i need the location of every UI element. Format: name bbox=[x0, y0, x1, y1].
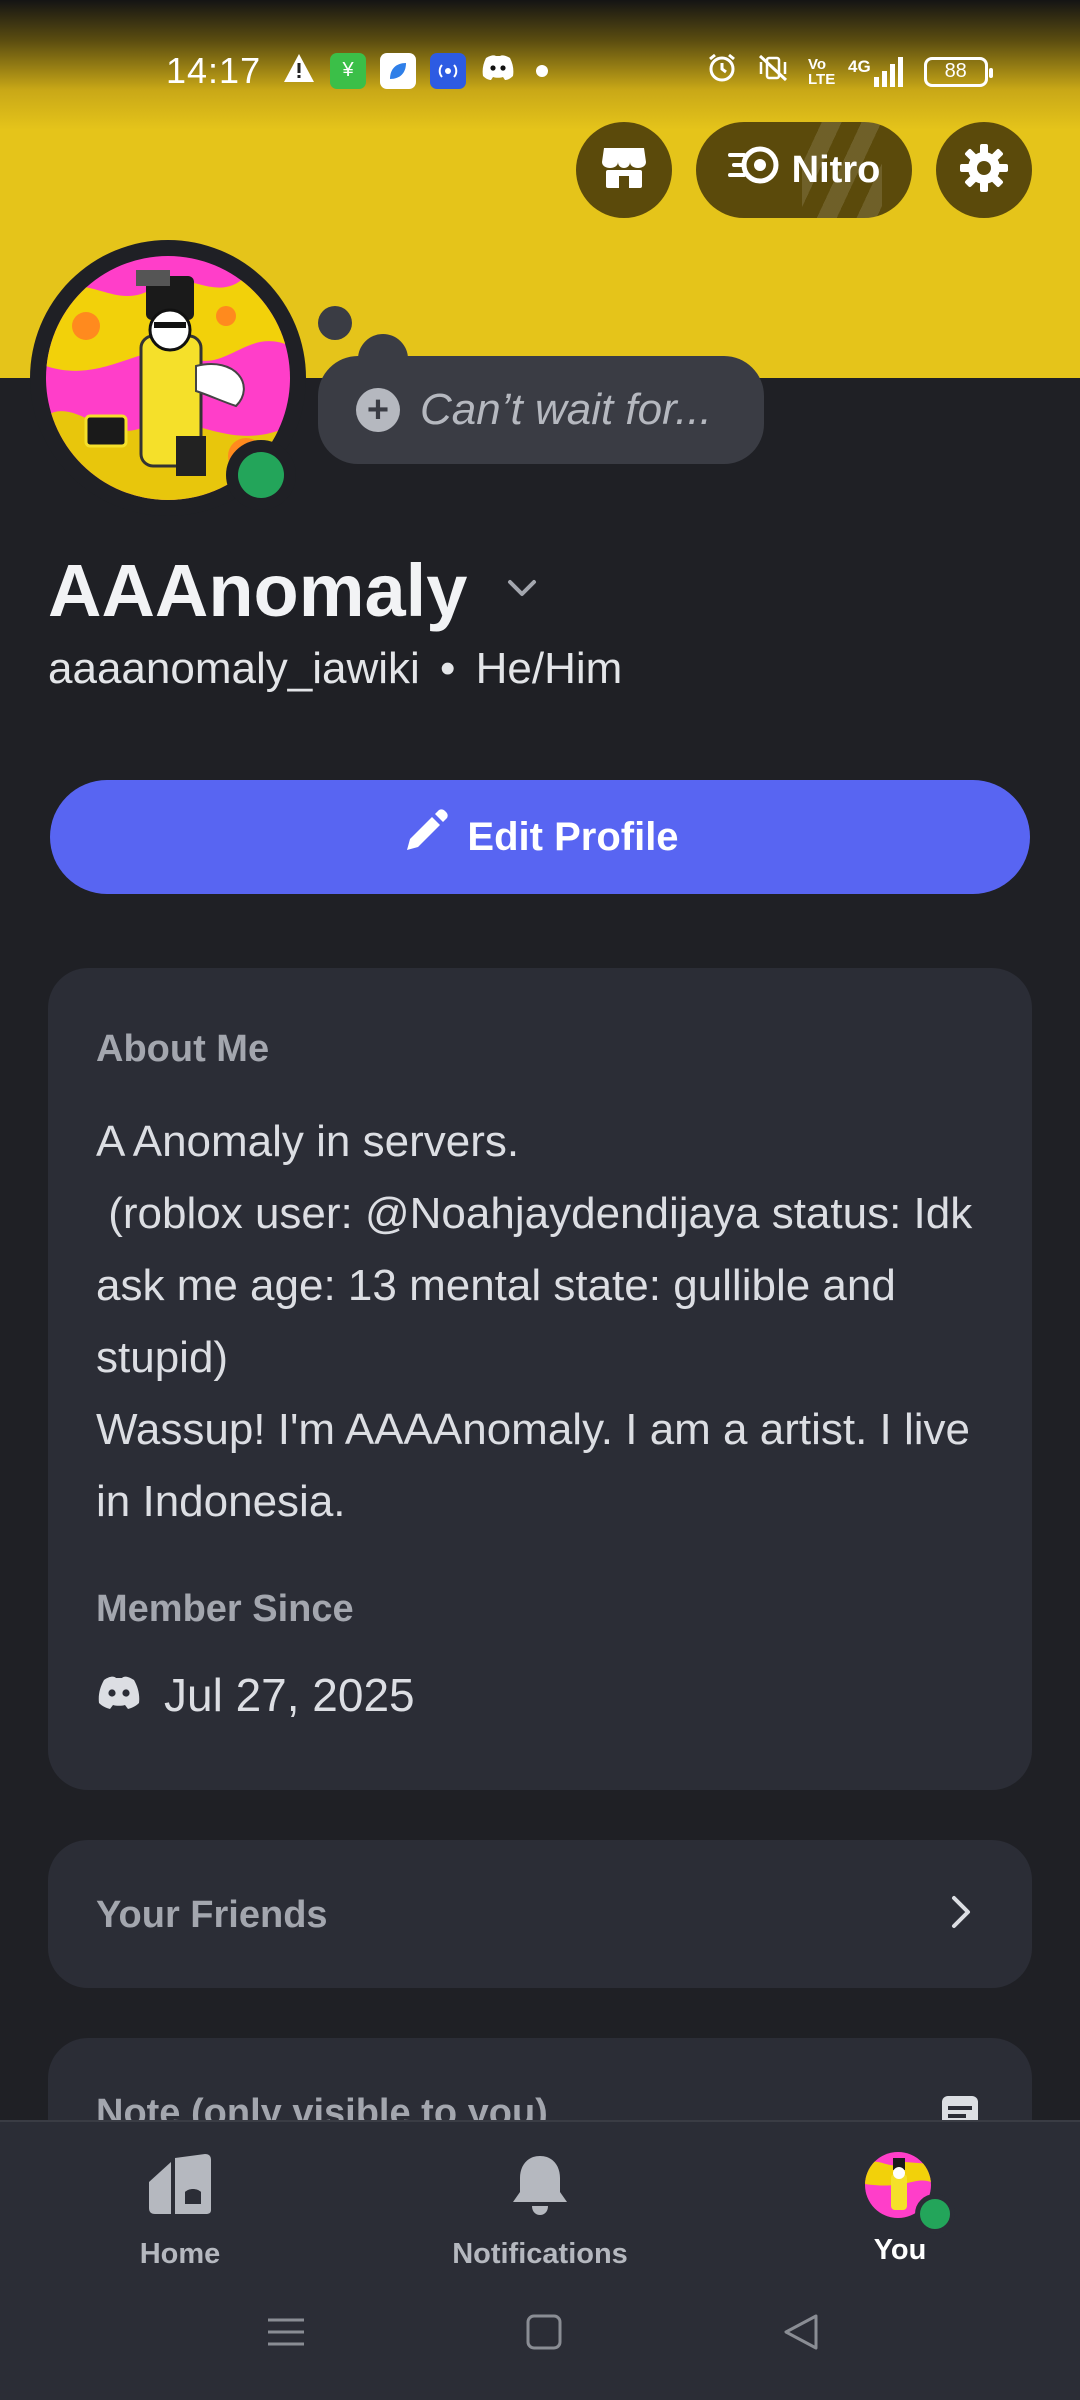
warning-icon bbox=[282, 52, 316, 89]
discord-icon bbox=[480, 54, 516, 87]
username: aaaanomaly_iawiki bbox=[48, 644, 420, 693]
nav-notifications-label: Notifications bbox=[452, 2238, 628, 2270]
your-friends-title: Your Friends bbox=[96, 1894, 328, 1936]
pronouns: He/Him bbox=[475, 644, 623, 693]
about-me-text: A Anomaly in servers. (roblox user: @Noa… bbox=[96, 1117, 973, 1526]
online-status-indicator bbox=[238, 452, 284, 498]
username-separator: • bbox=[440, 644, 456, 693]
edit-profile-label: Edit Profile bbox=[467, 814, 679, 859]
chevron-right-icon bbox=[938, 1890, 982, 1934]
nitro-button[interactable]: Nitro bbox=[696, 122, 912, 218]
nav-you[interactable]: You bbox=[780, 2152, 1020, 2267]
settings-button[interactable] bbox=[936, 122, 1032, 218]
add-status-icon: + bbox=[356, 388, 400, 432]
menu-icon[interactable] bbox=[264, 2310, 308, 2354]
app-icon-green: ¥ bbox=[330, 52, 366, 89]
app-icon-blue bbox=[380, 52, 416, 89]
display-name: AAAnomaly bbox=[48, 549, 468, 632]
nav-online-indicator bbox=[915, 2194, 955, 2234]
home-icon bbox=[145, 2152, 215, 2226]
chevron-down-icon[interactable] bbox=[498, 564, 546, 612]
nitro-label: Nitro bbox=[791, 148, 881, 191]
signal-icon: 4G bbox=[848, 56, 906, 87]
status-bar: 14:17 ¥ Vo LTE 4G 88 bbox=[0, 0, 1080, 110]
status-time: 14:17 bbox=[166, 50, 262, 91]
custom-status-text: Can’t wait for... bbox=[420, 385, 712, 434]
nitro-icon bbox=[727, 145, 780, 195]
hotspot-icon bbox=[430, 52, 466, 89]
home-square-icon[interactable] bbox=[522, 2310, 566, 2354]
back-icon[interactable] bbox=[780, 2310, 824, 2354]
discord-logo-icon bbox=[96, 1668, 142, 1722]
edit-profile-button[interactable]: Edit Profile bbox=[50, 780, 1030, 894]
about-me-card: About Me A Anomaly in servers. (roblox u… bbox=[48, 968, 1032, 1790]
username-line: aaaanomaly_iawiki • He/Him bbox=[48, 644, 622, 694]
battery-icon: 88 bbox=[923, 56, 993, 87]
custom-status-bubble[interactable]: + Can’t wait for... bbox=[318, 356, 764, 464]
notification-dot-icon bbox=[536, 64, 548, 77]
about-me-title: About Me bbox=[96, 1028, 270, 1070]
bell-icon bbox=[509, 2152, 571, 2226]
shop-button[interactable] bbox=[576, 122, 672, 218]
gear-icon bbox=[958, 142, 1010, 199]
member-since-row: Jul 27, 2025 bbox=[96, 1668, 415, 1722]
nav-notifications[interactable]: Notifications bbox=[420, 2152, 660, 2271]
member-since-title: Member Since bbox=[96, 1588, 354, 1630]
nav-you-label: You bbox=[873, 2234, 927, 2266]
nav-home-label: Home bbox=[139, 2238, 221, 2270]
nav-avatar-wrap bbox=[865, 2152, 955, 2234]
shop-icon bbox=[600, 146, 648, 195]
nav-home[interactable]: Home bbox=[60, 2152, 300, 2271]
volte-icon: Vo LTE bbox=[808, 55, 836, 88]
your-friends-row[interactable]: Your Friends bbox=[48, 1840, 1032, 1988]
battery-level: 88 bbox=[944, 60, 967, 82]
member-since-date: Jul 27, 2025 bbox=[164, 1669, 415, 1721]
pencil-icon bbox=[401, 808, 449, 866]
thought-dot-small bbox=[318, 306, 352, 340]
network-label: 4G bbox=[848, 56, 871, 76]
vibrate-off-icon bbox=[756, 52, 790, 91]
alarm-icon bbox=[706, 52, 738, 91]
system-navigation bbox=[0, 2270, 1080, 2400]
